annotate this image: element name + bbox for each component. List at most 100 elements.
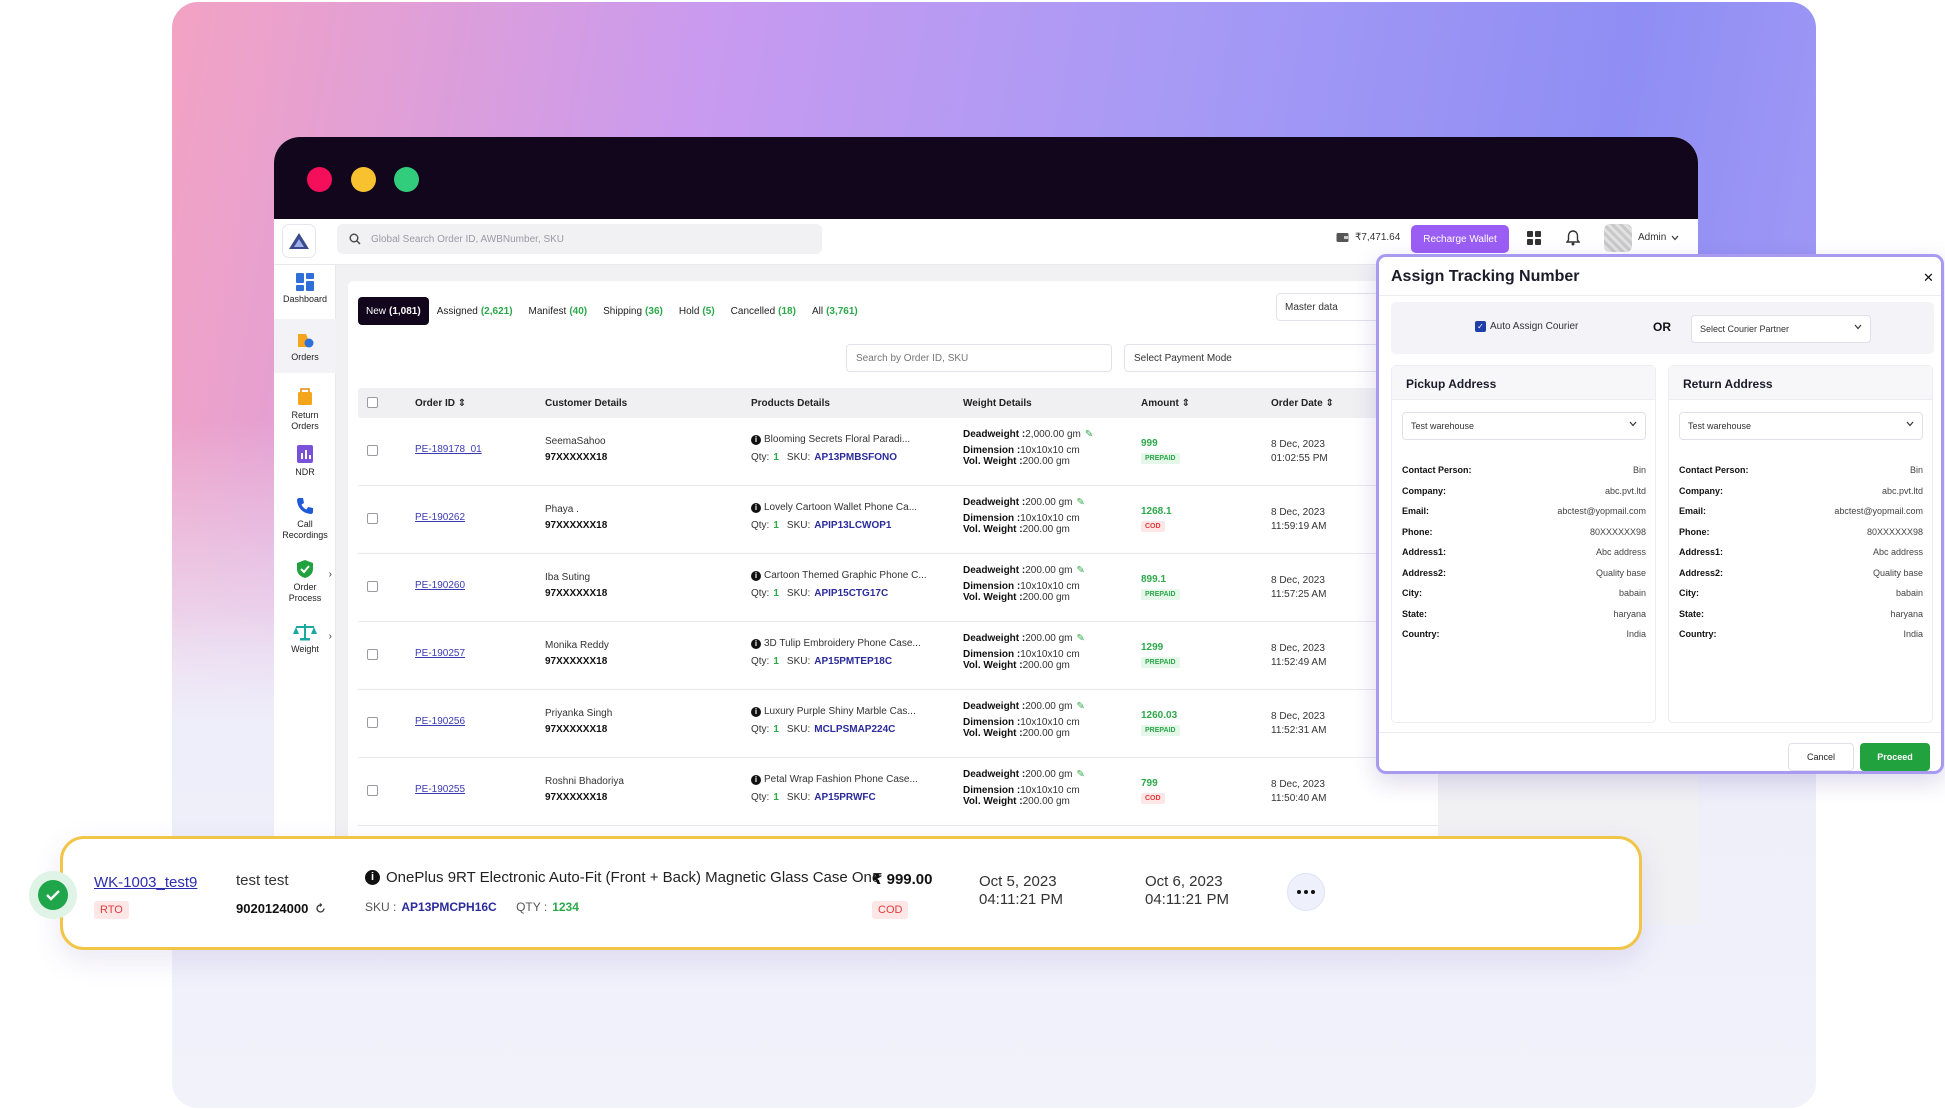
- header-order-id[interactable]: Order ID ⇕: [415, 398, 466, 409]
- tab-cancelled[interactable]: Cancelled (18): [723, 297, 804, 325]
- field-value: babain: [1895, 588, 1923, 598]
- tab-assigned[interactable]: Assigned (2,621): [429, 297, 521, 325]
- vol-weight-label: Vol. Weight :: [963, 456, 1023, 467]
- close-window-dot[interactable]: [307, 167, 332, 192]
- order-date: 8 Dec, 2023 11:57:25 AM: [1271, 574, 1326, 602]
- user-menu[interactable]: Admin: [1638, 232, 1679, 243]
- sidebar-item-orders[interactable]: Orders: [274, 319, 336, 373]
- sku-label: SKU:: [786, 656, 811, 667]
- sidebar-item-call-recordings[interactable]: Call Recordings: [274, 496, 336, 541]
- sidebar-item-return-orders[interactable]: Return Orders: [274, 387, 336, 432]
- tab-new[interactable]: New (1,081): [358, 297, 429, 325]
- row-checkbox[interactable]: [367, 649, 378, 660]
- sidebar-item-order-process[interactable]: Order Process ›: [274, 559, 336, 604]
- pickup-warehouse-select[interactable]: Test warehouse: [1402, 412, 1646, 440]
- row-checkbox[interactable]: [367, 717, 378, 728]
- sidebar-label-call-recordings: Call Recordings: [282, 519, 328, 540]
- header-amount[interactable]: Amount ⇕: [1141, 398, 1190, 409]
- address-field: Address1: Abc address: [1679, 547, 1923, 557]
- qty-label: Qty:: [751, 656, 770, 667]
- order-search-input[interactable]: Search by Order ID, SKU: [846, 344, 1112, 372]
- header-order-date[interactable]: Order Date ⇕: [1271, 398, 1334, 409]
- deadweight-label: Deadweight :: [963, 497, 1026, 508]
- row-checkbox[interactable]: [367, 445, 378, 456]
- chevron-right-icon: ›: [328, 631, 332, 642]
- return-warehouse-select[interactable]: Test warehouse: [1679, 412, 1923, 440]
- product-name: i Petal Wrap Fashion Phone Case...: [751, 774, 918, 785]
- maximize-window-dot[interactable]: [394, 167, 419, 192]
- customer-name: Roshni Bhadoriya: [545, 776, 624, 787]
- cancel-button[interactable]: Cancel: [1788, 743, 1854, 771]
- sync-icon[interactable]: [315, 903, 326, 914]
- order-id-link[interactable]: PE-190255: [415, 784, 465, 795]
- sidebar-item-ndr[interactable]: NDR: [274, 444, 336, 478]
- row-checkbox[interactable]: [367, 513, 378, 524]
- sidebar-item-dashboard[interactable]: Dashboard: [274, 273, 336, 305]
- info-icon[interactable]: i: [751, 775, 761, 785]
- proceed-button[interactable]: Proceed: [1860, 743, 1930, 771]
- edit-icon[interactable]: ✎: [1077, 769, 1085, 780]
- edit-icon[interactable]: ✎: [1077, 701, 1085, 712]
- close-icon[interactable]: ✕: [1923, 270, 1934, 286]
- recharge-wallet-button[interactable]: Recharge Wallet: [1411, 225, 1509, 253]
- tab-shipping[interactable]: Shipping (36): [595, 297, 671, 325]
- deadweight-label: Deadweight :: [963, 429, 1026, 440]
- info-icon[interactable]: i: [751, 639, 761, 649]
- edit-icon[interactable]: ✎: [1077, 565, 1085, 576]
- table-row: PE-190256 Priyanka Singh 97XXXXXX18 i Luxury…: [358, 690, 1438, 758]
- order-id-link[interactable]: PE-190260: [415, 580, 465, 591]
- scale-icon: [293, 624, 317, 641]
- tab-manifest[interactable]: Manifest (40): [521, 297, 596, 325]
- edit-icon[interactable]: ✎: [1077, 633, 1085, 644]
- wallet-balance[interactable]: ₹7,471.64: [1336, 232, 1400, 243]
- info-icon[interactable]: i: [751, 707, 761, 717]
- field-label: Company:: [1402, 485, 1447, 496]
- payment-mode-badge: PREPAID: [1141, 725, 1180, 736]
- user-avatar[interactable]: [1604, 224, 1632, 252]
- more-options-button[interactable]: [1287, 873, 1325, 911]
- deadweight-label: Deadweight :: [963, 565, 1026, 576]
- vol-weight-value: 200.00 gm: [1022, 524, 1070, 535]
- field-value: haryana: [1613, 608, 1646, 619]
- table-row: PE-190262 Phaya . 97XXXXXX18 i Lovely Cartoo…: [358, 486, 1438, 554]
- sidebar-item-weight[interactable]: Weight ›: [274, 623, 336, 655]
- payment-mode-select[interactable]: Select Payment Mode: [1124, 344, 1384, 372]
- order-process-icon: [297, 560, 313, 578]
- info-icon[interactable]: i: [751, 503, 761, 513]
- header-customer: Customer Details: [545, 398, 628, 409]
- edit-icon[interactable]: ✎: [1077, 497, 1085, 508]
- app-logo[interactable]: [283, 225, 315, 257]
- order-card: WK-1003_test9 RTO test test 9020124000 i…: [60, 836, 1642, 950]
- vol-weight: Vol. Weight :200.00 gm: [963, 660, 1070, 671]
- info-icon[interactable]: i: [365, 870, 380, 885]
- info-icon[interactable]: i: [751, 435, 761, 445]
- bell-icon[interactable]: [1566, 230, 1580, 246]
- vol-weight-value: 200.00 gm: [1022, 796, 1070, 807]
- order-id-link[interactable]: PE-190256: [415, 716, 465, 727]
- address-field: Country: India: [1402, 629, 1646, 639]
- field-label: Address2:: [1402, 567, 1447, 578]
- auto-assign-checkbox[interactable]: ✓ Auto Assign Courier: [1475, 321, 1578, 332]
- time-value: 11:59:19 AM: [1271, 521, 1327, 532]
- row-checkbox[interactable]: [367, 581, 378, 592]
- apps-grid-icon[interactable]: [1527, 231, 1541, 245]
- highlight-order-id-link[interactable]: WK-1003_test9: [94, 874, 197, 891]
- global-search-input[interactable]: Global Search Order ID, AWBNumber, SKU: [337, 224, 822, 254]
- order-id-link[interactable]: PE-190262: [415, 512, 465, 523]
- minimize-window-dot[interactable]: [351, 167, 376, 192]
- qty-value: 1: [773, 792, 779, 803]
- edit-icon[interactable]: ✎: [1085, 429, 1093, 440]
- qty-label: Qty:: [751, 452, 770, 463]
- tab-hold[interactable]: Hold (5): [671, 297, 723, 325]
- order-id-link[interactable]: PE-190257: [415, 648, 465, 659]
- row-checkbox[interactable]: [367, 785, 378, 796]
- info-icon[interactable]: i: [751, 571, 761, 581]
- tab-all[interactable]: All (3,761): [804, 297, 866, 325]
- return-address-card: Return Address Test warehouse Contact Pe…: [1668, 365, 1933, 723]
- auto-assign-label: Auto Assign Courier: [1490, 321, 1579, 332]
- select-all-checkbox[interactable]: [367, 397, 378, 408]
- courier-partner-select[interactable]: Select Courier Partner: [1691, 315, 1871, 343]
- date-value: 8 Dec, 2023: [1271, 711, 1325, 722]
- field-label: Country:: [1402, 629, 1440, 639]
- order-id-link[interactable]: PE-189178_01: [415, 444, 482, 455]
